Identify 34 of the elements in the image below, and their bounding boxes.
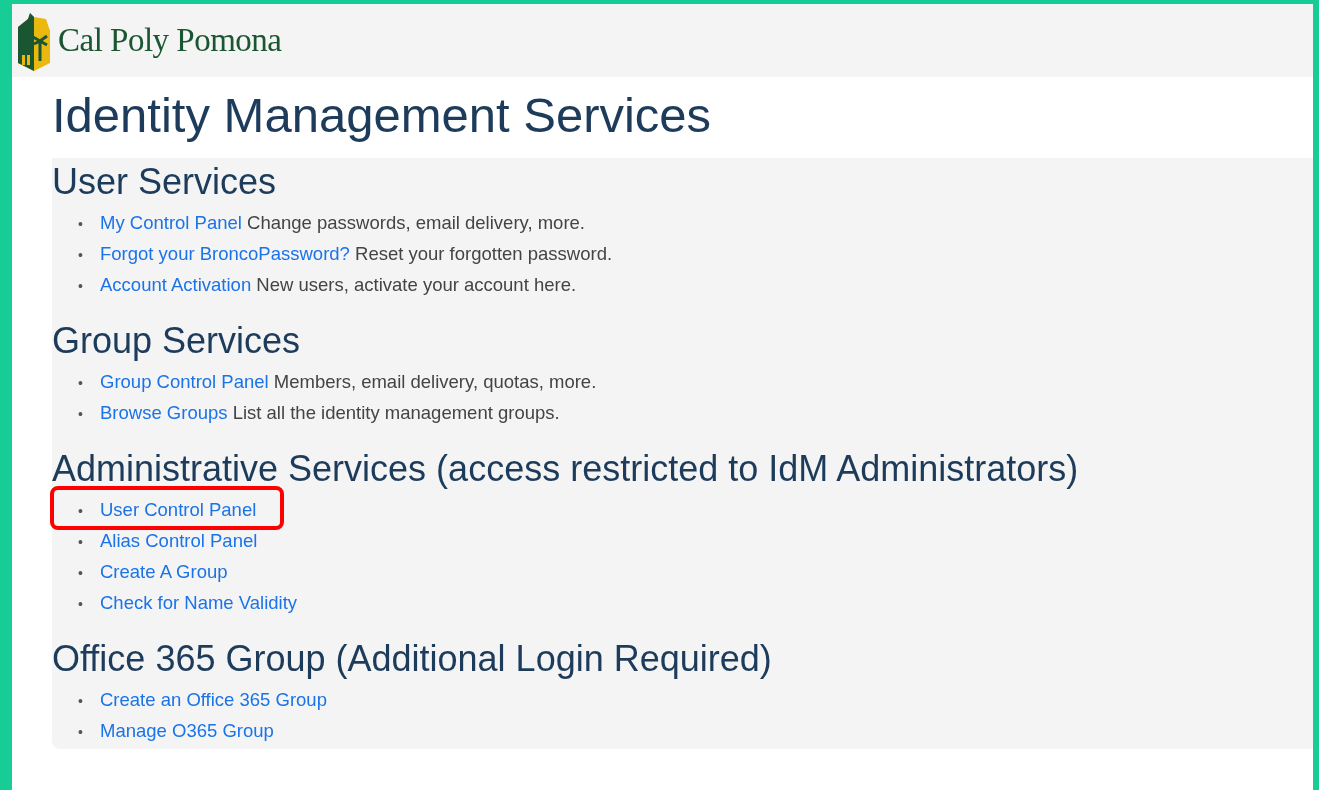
logo-text: Cal Poly Pomona — [58, 22, 282, 59]
service-link[interactable]: Create A Group — [100, 561, 228, 582]
bullet: • — [78, 215, 84, 234]
bullet: • — [78, 246, 84, 265]
logo-icon — [16, 10, 52, 71]
service-link[interactable]: Check for Name Validity — [100, 592, 298, 613]
service-link[interactable]: My Control Panel — [100, 212, 242, 233]
service-link[interactable]: Manage O365 Group — [100, 720, 274, 741]
service-link[interactable]: User Control Panel — [100, 499, 257, 520]
section-heading: Office 365 Group (Additional Login Required) — [52, 639, 773, 679]
page-title: Identity Management Services — [51, 87, 713, 144]
section-heading: Administrative Services (access restricted to IdM Administrators) — [52, 449, 1080, 489]
bullet: • — [78, 502, 84, 521]
link-description: Change passwords, email delivery, more. — [247, 212, 585, 233]
bullet: • — [78, 692, 84, 711]
link-description: Reset your forgotten password. — [355, 243, 613, 264]
bullet: • — [78, 595, 84, 614]
service-link[interactable]: Forgot your BroncoPassword? — [100, 243, 350, 264]
bullet: • — [78, 723, 84, 742]
link-description: New users, activate your account here. — [256, 274, 577, 295]
service-link[interactable]: Alias Control Panel — [100, 530, 258, 551]
section-heading: Group Services — [52, 321, 302, 361]
link-description: List all the identity management groups. — [232, 402, 560, 423]
bullet: • — [78, 564, 84, 583]
service-link[interactable]: Create an Office 365 Group — [100, 689, 327, 710]
bullet: • — [78, 277, 84, 296]
link-description: Members, email delivery, quotas, more. — [273, 371, 597, 392]
section-heading: User Services — [52, 162, 278, 202]
service-link[interactable]: Browse Groups — [100, 402, 228, 423]
bullet: • — [78, 405, 84, 424]
bullet: • — [78, 374, 84, 393]
service-link[interactable]: Account Activation — [100, 274, 252, 295]
bullet: • — [78, 533, 84, 552]
service-link[interactable]: Group Control Panel — [100, 371, 269, 392]
